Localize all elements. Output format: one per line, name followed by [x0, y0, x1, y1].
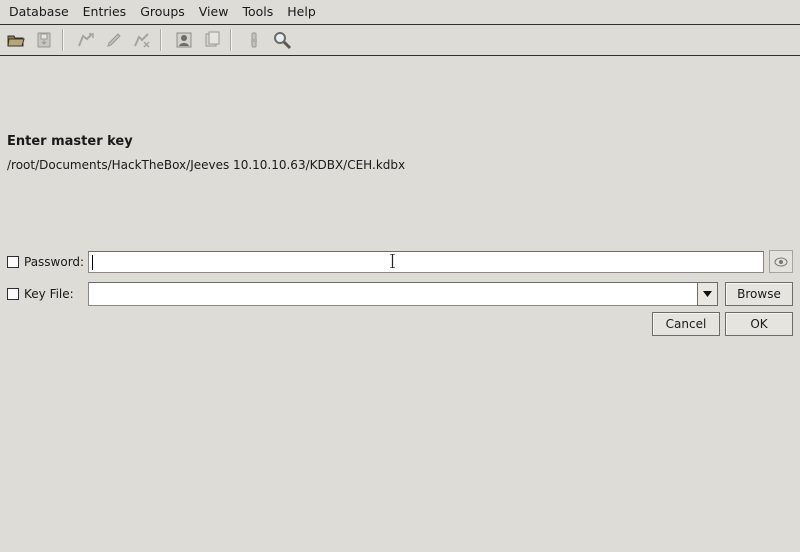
menu-database[interactable]: Database — [0, 0, 76, 24]
menu-tools[interactable]: Tools — [235, 0, 280, 24]
menu-help[interactable]: Help — [280, 0, 323, 24]
delete-entry-icon[interactable] — [130, 28, 154, 52]
toolbar-separator — [160, 29, 162, 51]
show-password-button[interactable] — [769, 250, 793, 273]
triangle-down-icon — [703, 291, 712, 297]
ok-button[interactable]: OK — [725, 312, 793, 336]
toolbar-separator — [62, 29, 64, 51]
lock-workspace-icon[interactable] — [242, 28, 266, 52]
toolbar-separator — [230, 29, 232, 51]
keyfile-combo-input[interactable] — [88, 282, 698, 306]
menu-groups[interactable]: Groups — [133, 0, 192, 24]
browse-button[interactable]: Browse — [725, 282, 793, 306]
keyfile-row: Key File: — [7, 287, 74, 301]
menu-view[interactable]: View — [192, 0, 236, 24]
database-path: /root/Documents/HackTheBox/Jeeves 10.10.… — [7, 158, 406, 172]
search-icon[interactable] — [270, 28, 294, 52]
eye-icon — [774, 257, 788, 266]
password-row: Password: — [7, 255, 84, 269]
text-cursor — [92, 255, 93, 270]
copy-username-icon[interactable] — [172, 28, 196, 52]
cancel-button[interactable]: Cancel — [652, 312, 720, 336]
password-input[interactable] — [88, 251, 764, 273]
keyfile-label: Key File: — [24, 287, 74, 301]
password-label: Password: — [24, 255, 85, 269]
keyfile-dropdown-button[interactable] — [697, 282, 718, 306]
dialog-title: Enter master key — [7, 134, 133, 149]
toolbar — [0, 25, 800, 56]
password-checkbox[interactable] — [7, 256, 19, 268]
mouse-ibeam-cursor — [390, 254, 395, 268]
copy-password-icon[interactable] — [200, 28, 224, 52]
menu-bar: Database Entries Groups View Tools Help — [0, 0, 800, 25]
edit-entry-icon[interactable] — [102, 28, 126, 52]
keyfile-checkbox[interactable] — [7, 288, 19, 300]
save-database-icon[interactable] — [32, 28, 56, 52]
open-database-icon[interactable] — [4, 28, 28, 52]
add-entry-icon[interactable] — [74, 28, 98, 52]
menu-entries[interactable]: Entries — [76, 0, 134, 24]
